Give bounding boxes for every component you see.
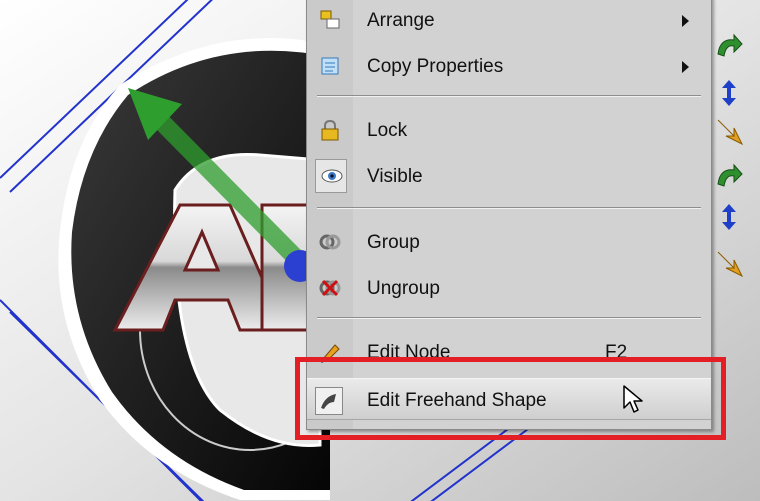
menu-item-lock[interactable]: Lock (307, 109, 711, 149)
mouse-cursor-icon (622, 384, 646, 416)
group-icon (319, 231, 341, 253)
menu-item-label: Group (367, 232, 420, 253)
submenu-arrow-icon (682, 61, 689, 73)
lock-icon (319, 119, 341, 141)
menu-item-label: Visible (367, 166, 423, 187)
copy-properties-icon (319, 55, 341, 77)
flip-down-icon[interactable] (714, 202, 744, 232)
menu-item-label: Lock (367, 120, 408, 141)
menu-item-ungroup[interactable]: Ungroup (307, 267, 711, 307)
highlight-annotation-box (295, 357, 726, 440)
menu-item-label: Ungroup (367, 278, 440, 299)
eye-icon (321, 165, 343, 187)
ungroup-icon (319, 277, 341, 299)
arrange-icon (319, 9, 341, 31)
menu-separator (317, 95, 701, 97)
menu-item-visible[interactable]: Visible (307, 155, 711, 195)
menu-item-arrange[interactable]: Arrange (307, 0, 711, 39)
arrow-down-right-icon[interactable] (714, 248, 744, 278)
menu-separator (317, 317, 701, 319)
menu-item-copy-properties[interactable]: Copy Properties (307, 45, 711, 85)
rotate-ccw-icon[interactable] (714, 162, 744, 192)
menu-item-label: Arrange (367, 10, 435, 31)
menu-item-label: Copy Properties (367, 56, 504, 77)
submenu-arrow-icon (682, 15, 689, 27)
menu-separator (317, 207, 701, 209)
flip-vertical-icon[interactable] (714, 78, 744, 108)
menu-item-group[interactable]: Group (307, 221, 711, 261)
arrow-diagonal-icon[interactable] (714, 116, 744, 146)
rotate-cw-icon[interactable] (714, 32, 744, 62)
